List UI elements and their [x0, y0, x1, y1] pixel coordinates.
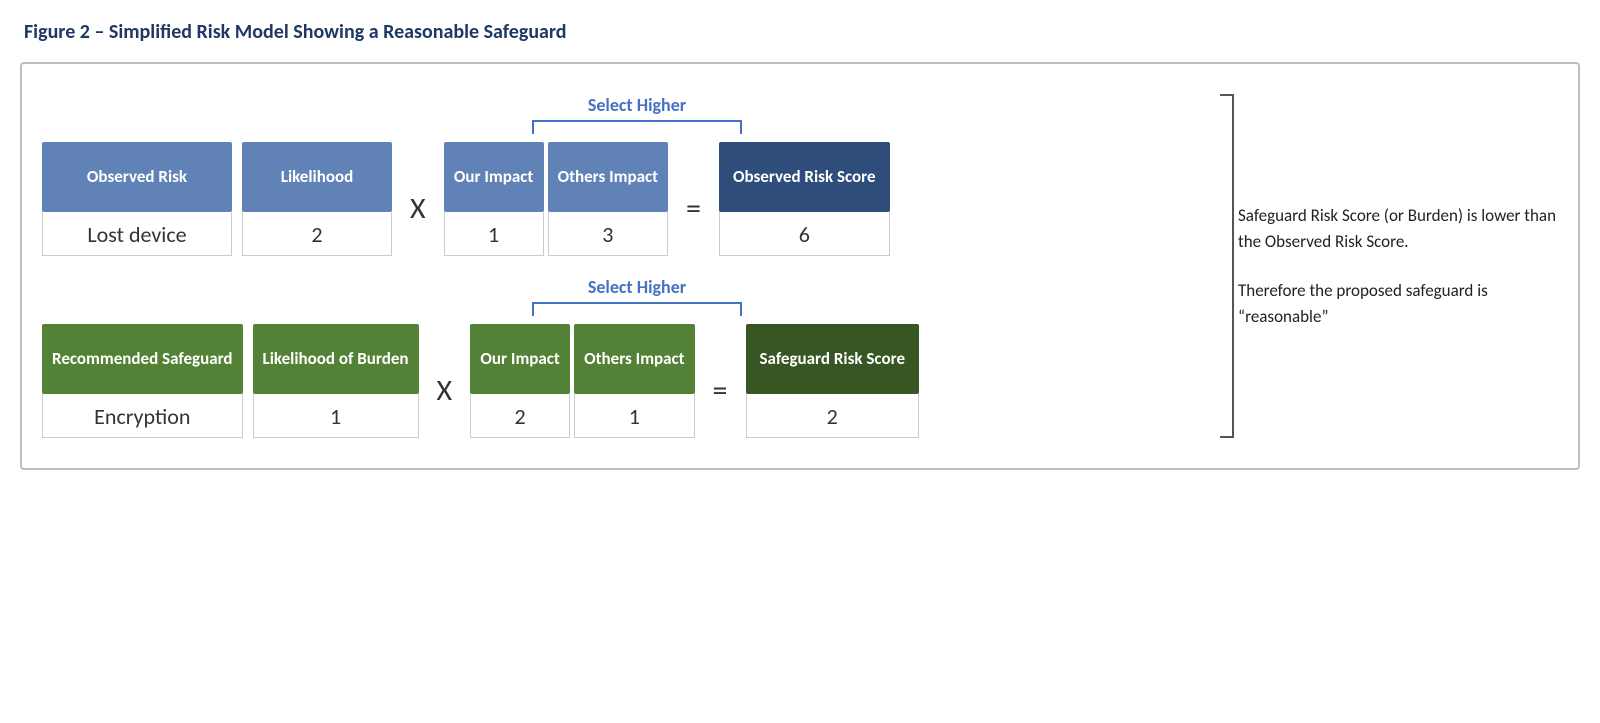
likelihood-top-cell: Likelihood 2: [242, 142, 392, 256]
observed-risk-cell: Observed Risk Lost device: [42, 142, 232, 256]
observed-risk-score-cell: Observed Risk Score 6: [719, 142, 890, 256]
bracket-bottom: [532, 302, 742, 316]
top-full-row: Observed Risk Lost device Likelihood 2 X: [42, 142, 890, 256]
our-impact-top-header: Our Impact: [444, 142, 544, 212]
likelihood-bottom-header: Likelihood of Burden: [253, 324, 419, 394]
safeguard-risk-score-header: Safeguard Risk Score: [746, 324, 920, 394]
our-impact-top-value: 1: [444, 212, 544, 256]
recommended-safeguard-header: Recommended Safeguard: [42, 324, 243, 394]
recommended-safeguard-value: Encryption: [42, 394, 243, 438]
multiply-bottom-operator: X: [437, 372, 453, 409]
impact-pair-top: Our Impact 1 Others Impact 3: [444, 142, 668, 256]
rows-left: Select Higher Observed Risk Lost device …: [42, 94, 1206, 438]
page-wrapper: Figure 2 – Simplified Risk Model Showing…: [20, 20, 1580, 470]
right-bracket: [1220, 94, 1234, 438]
likelihood-top-value: 2: [242, 212, 392, 256]
our-impact-top-cell: Our Impact 1: [444, 142, 544, 256]
right-text-block: Safeguard Risk Score (or Burden) is lowe…: [1238, 94, 1558, 438]
right-text-paragraph2: Therefore the proposed safeguard is “rea…: [1238, 278, 1558, 329]
impact-pair-bottom: Our Impact 2 Others Impact 1: [470, 324, 694, 438]
recommended-safeguard-cell: Recommended Safeguard Encryption: [42, 324, 243, 438]
observed-risk-value: Lost device: [42, 212, 232, 256]
safeguard-risk-score-cell: Safeguard Risk Score 2: [746, 324, 920, 438]
observed-risk-score-value: 6: [719, 212, 890, 256]
bottom-row-area: Select Higher Recommended Safeguard Encr…: [42, 276, 1206, 438]
others-impact-bottom-cell: Others Impact 1: [574, 324, 694, 438]
others-impact-top-cell: Others Impact 3: [548, 142, 668, 256]
select-higher-top-label: Select Higher: [588, 94, 686, 116]
others-impact-top-value: 3: [548, 212, 668, 256]
bracket-top: [532, 120, 742, 134]
right-text-paragraph1: Safeguard Risk Score (or Burden) is lowe…: [1238, 203, 1558, 254]
others-impact-bottom-value: 1: [574, 394, 694, 438]
others-impact-top-header: Others Impact: [548, 142, 668, 212]
rows-container: Select Higher Observed Risk Lost device …: [42, 94, 1558, 438]
our-impact-bottom-header: Our Impact: [470, 324, 570, 394]
likelihood-bottom-cell: Likelihood of Burden 1: [253, 324, 419, 438]
figure-title: Figure 2 – Simplified Risk Model Showing…: [20, 20, 1580, 44]
bottom-full-row: Recommended Safeguard Encryption Likelih…: [42, 324, 919, 438]
our-impact-bottom-cell: Our Impact 2: [470, 324, 570, 438]
multiply-top-operator: X: [410, 190, 426, 227]
others-impact-bottom-header: Others Impact: [574, 324, 694, 394]
our-impact-bottom-value: 2: [470, 394, 570, 438]
diagram-box: Select Higher Observed Risk Lost device …: [20, 62, 1580, 470]
safeguard-risk-score-value: 2: [746, 394, 920, 438]
top-row-area: Select Higher Observed Risk Lost device …: [42, 94, 1206, 256]
likelihood-top-header: Likelihood: [242, 142, 392, 212]
equals-bottom-operator: =: [713, 372, 728, 409]
select-higher-bottom-label: Select Higher: [588, 276, 686, 298]
equals-top-operator: =: [686, 190, 701, 227]
likelihood-bottom-value: 1: [253, 394, 419, 438]
observed-risk-header: Observed Risk: [42, 142, 232, 212]
observed-risk-score-header: Observed Risk Score: [719, 142, 890, 212]
